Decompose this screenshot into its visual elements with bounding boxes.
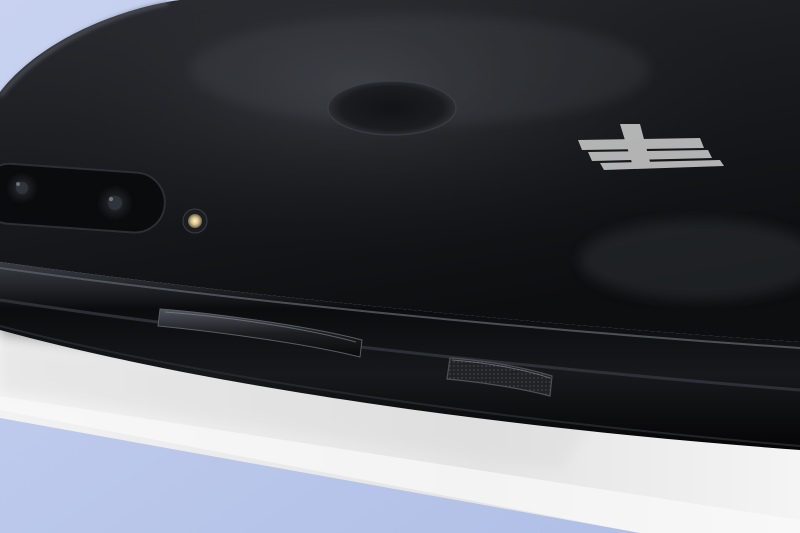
flash-icon	[182, 208, 208, 234]
camera-lens-icon	[96, 184, 134, 222]
camera-module	[0, 162, 166, 234]
photo-canvas	[0, 0, 800, 533]
camera-lens-icon	[5, 171, 39, 205]
photo-scene	[0, 0, 800, 533]
fingerprint-sensor-icon	[327, 80, 457, 136]
